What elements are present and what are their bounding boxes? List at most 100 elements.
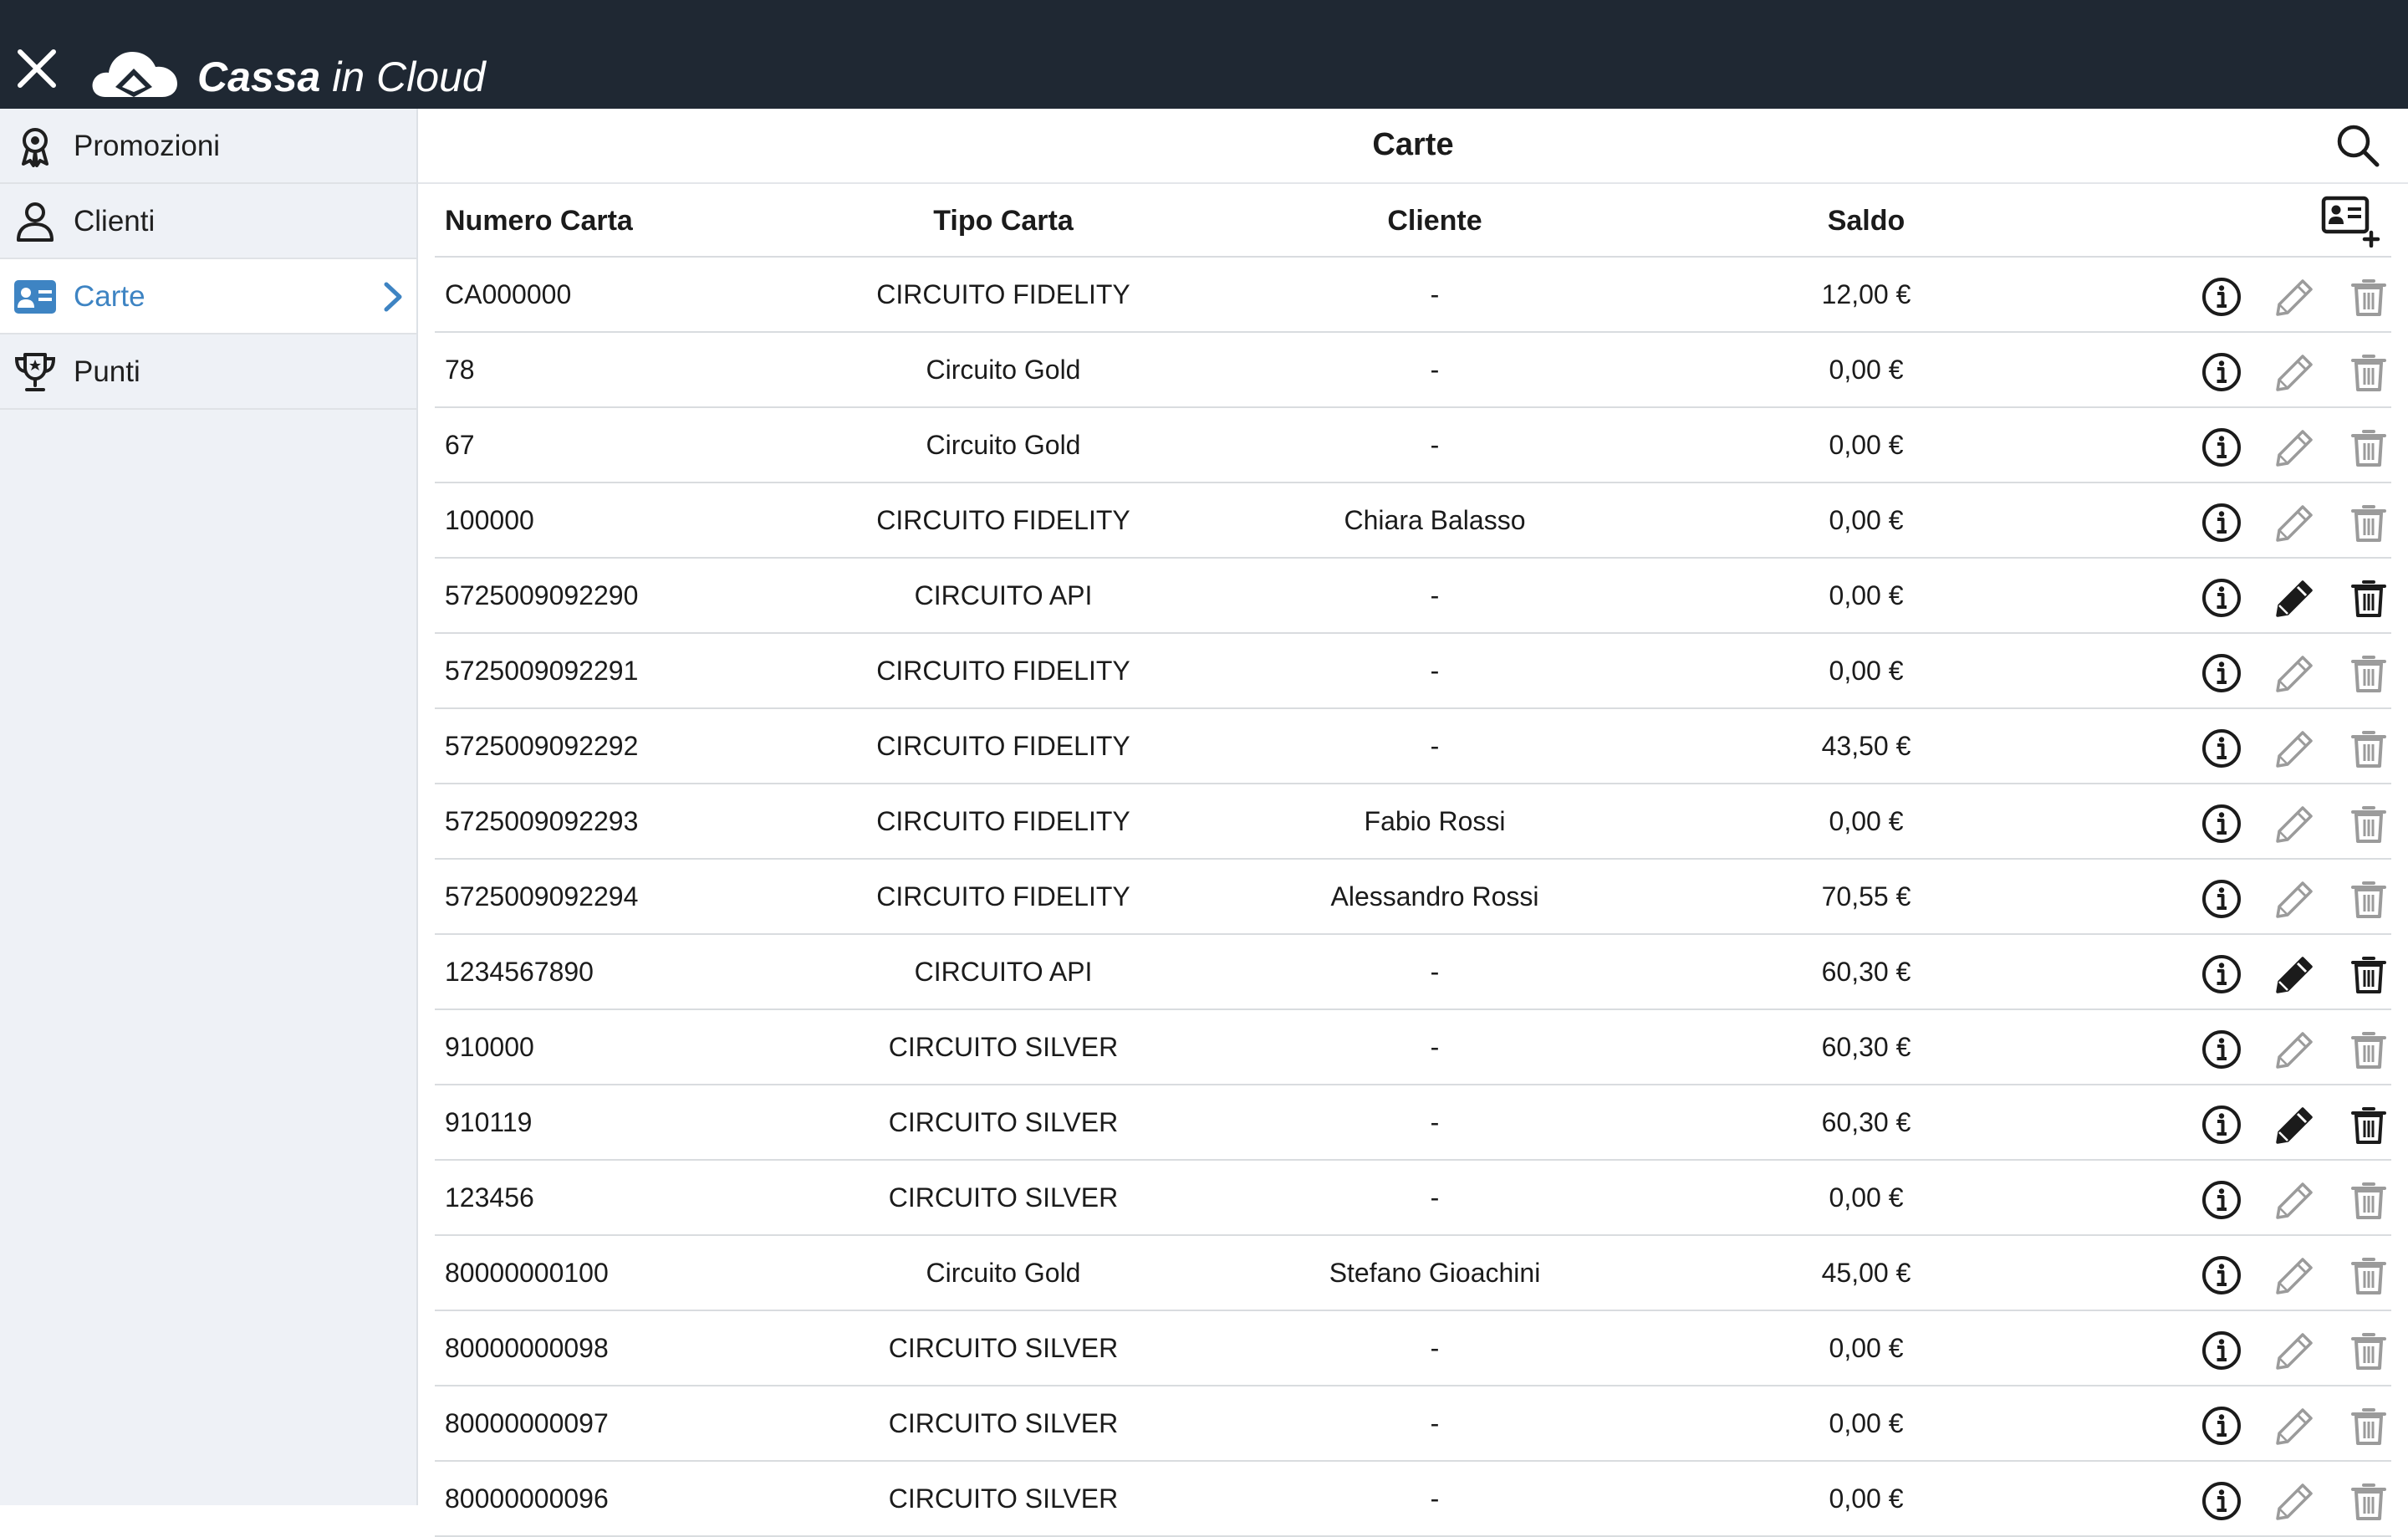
table-row[interactable]: 5725009092292 CIRCUITO FIDELITY - 43,50 € xyxy=(435,709,2391,784)
pencil-icon[interactable] xyxy=(2274,953,2316,995)
trash-icon[interactable] xyxy=(2348,1330,2390,1371)
trash-icon[interactable] xyxy=(2348,878,2390,920)
info-icon[interactable] xyxy=(2201,351,2242,393)
card-type: CIRCUITO SILVER xyxy=(888,1483,1119,1514)
table-row[interactable]: 5725009092293 CIRCUITO FIDELITY Fabio Ross… xyxy=(435,784,2391,860)
trash-icon[interactable] xyxy=(2348,1029,2390,1070)
table-row[interactable]: 78 Circuito Gold - 0,00 € xyxy=(435,333,2391,408)
sidebar-item-label: Promozioni xyxy=(74,130,221,162)
card-number: 80000000098 xyxy=(445,1333,609,1363)
info-icon[interactable] xyxy=(2201,1029,2242,1070)
pencil-icon[interactable] xyxy=(2274,1179,2316,1221)
column-header-tipo-carta[interactable]: Tipo Carta xyxy=(752,184,1254,258)
column-header-cliente[interactable]: Cliente xyxy=(1201,184,1669,258)
info-icon[interactable] xyxy=(2201,953,2242,995)
pencil-icon[interactable] xyxy=(2274,276,2316,318)
table-row[interactable]: 1234567890 CIRCUITO API - 60,30 € xyxy=(435,935,2391,1010)
card-balance: 0,00 € xyxy=(1829,806,1904,836)
table-row[interactable]: 5725009092294 CIRCUITO FIDELITY Alessandro… xyxy=(435,860,2391,935)
pencil-icon[interactable] xyxy=(2274,426,2316,468)
table-row[interactable]: 80000000096 CIRCUITO SILVER - 0,00 € xyxy=(435,1462,2391,1537)
trash-icon[interactable] xyxy=(2348,426,2390,468)
info-icon[interactable] xyxy=(2201,276,2242,318)
info-icon[interactable] xyxy=(2201,652,2242,694)
table-row[interactable]: 5725009092291 CIRCUITO FIDELITY - 0,00 € xyxy=(435,634,2391,709)
column-header-numero-carta[interactable]: Numero Carta xyxy=(445,184,633,258)
card-balance: 0,00 € xyxy=(1829,1408,1904,1438)
pencil-icon[interactable] xyxy=(2274,1254,2316,1296)
user-icon xyxy=(17,202,54,242)
pencil-icon[interactable] xyxy=(2274,1029,2316,1070)
pencil-icon[interactable] xyxy=(2274,577,2316,619)
cards-table: Numero Carta Tipo Carta Cliente Saldo CA… xyxy=(435,184,2391,1537)
trash-icon[interactable] xyxy=(2348,276,2390,318)
card-number: 100000 xyxy=(445,505,534,535)
info-icon[interactable] xyxy=(2201,1330,2242,1371)
sidebar-item-promozioni[interactable]: Promozioni xyxy=(0,109,416,184)
trash-icon[interactable] xyxy=(2348,502,2390,544)
table-row[interactable]: 80000000098 CIRCUITO SILVER - 0,00 € xyxy=(435,1311,2391,1386)
card-customer: - xyxy=(1430,957,1440,987)
trash-icon[interactable] xyxy=(2348,1254,2390,1296)
trash-icon[interactable] xyxy=(2348,728,2390,769)
trash-icon[interactable] xyxy=(2348,1104,2390,1146)
card-type: CIRCUITO SILVER xyxy=(888,1182,1119,1213)
sidebar-item-carte[interactable]: Carte xyxy=(0,259,416,334)
pencil-icon[interactable] xyxy=(2274,1330,2316,1371)
table-row[interactable]: 910000 CIRCUITO SILVER - 60,30 € xyxy=(435,1010,2391,1085)
info-icon[interactable] xyxy=(2201,728,2242,769)
main-header: Carte xyxy=(418,109,2408,184)
pencil-icon[interactable] xyxy=(2274,728,2316,769)
info-icon[interactable] xyxy=(2201,1179,2242,1221)
info-icon[interactable] xyxy=(2201,577,2242,619)
pencil-icon[interactable] xyxy=(2274,652,2316,694)
search-icon[interactable] xyxy=(2334,122,2381,169)
pencil-icon[interactable] xyxy=(2274,351,2316,393)
trash-icon[interactable] xyxy=(2348,652,2390,694)
info-icon[interactable] xyxy=(2201,1254,2242,1296)
table-row[interactable]: 80000000100 Circuito Gold Stefano Gioachin… xyxy=(435,1236,2391,1311)
table-row[interactable]: 910119 CIRCUITO SILVER - 60,30 € xyxy=(435,1085,2391,1161)
info-icon[interactable] xyxy=(2201,878,2242,920)
trash-icon[interactable] xyxy=(2348,1405,2390,1447)
card-type: CIRCUITO FIDELITY xyxy=(876,731,1130,761)
table-row[interactable]: 67 Circuito Gold - 0,00 € xyxy=(435,408,2391,483)
trash-icon[interactable] xyxy=(2348,1480,2390,1522)
sidebar-item-clienti[interactable]: Clienti xyxy=(0,184,416,259)
info-icon[interactable] xyxy=(2201,502,2242,544)
info-icon[interactable] xyxy=(2201,1480,2242,1522)
card-number: 123456 xyxy=(445,1182,534,1213)
info-icon[interactable] xyxy=(2201,426,2242,468)
info-icon[interactable] xyxy=(2201,1104,2242,1146)
sidebar-item-label: Carte xyxy=(74,280,145,313)
table-row[interactable]: 123456 CIRCUITO SILVER - 0,00 € xyxy=(435,1161,2391,1236)
table-row[interactable]: 100000 CIRCUITO FIDELITY Chiara Balasso 0,0… xyxy=(435,483,2391,559)
card-customer: - xyxy=(1430,1483,1440,1514)
info-icon[interactable] xyxy=(2201,1405,2242,1447)
close-icon[interactable] xyxy=(15,47,59,90)
column-header-saldo[interactable]: Saldo xyxy=(1707,184,2025,258)
trash-icon[interactable] xyxy=(2348,803,2390,845)
table-body: CA000000 CIRCUITO FIDELITY - 12,00 € 78 Circu… xyxy=(435,258,2391,1537)
trash-icon[interactable] xyxy=(2348,953,2390,995)
trash-icon[interactable] xyxy=(2348,577,2390,619)
card-type: CIRCUITO FIDELITY xyxy=(876,881,1130,911)
add-card-icon[interactable] xyxy=(2321,196,2381,248)
trash-icon[interactable] xyxy=(2348,1179,2390,1221)
pencil-icon[interactable] xyxy=(2274,502,2316,544)
table-row[interactable]: 5725009092290 CIRCUITO API - 0,00 € xyxy=(435,559,2391,634)
pencil-icon[interactable] xyxy=(2274,878,2316,920)
card-type: Circuito Gold xyxy=(926,355,1081,385)
card-type: CIRCUITO API xyxy=(914,957,1093,987)
card-customer: Stefano Gioachini xyxy=(1329,1258,1541,1288)
sidebar-item-punti[interactable]: Punti xyxy=(0,334,416,410)
info-icon[interactable] xyxy=(2201,803,2242,845)
pencil-icon[interactable] xyxy=(2274,1480,2316,1522)
pencil-icon[interactable] xyxy=(2274,803,2316,845)
pencil-icon[interactable] xyxy=(2274,1104,2316,1146)
table-row[interactable]: CA000000 CIRCUITO FIDELITY - 12,00 € xyxy=(435,258,2391,333)
card-type: Circuito Gold xyxy=(926,430,1081,460)
pencil-icon[interactable] xyxy=(2274,1405,2316,1447)
trash-icon[interactable] xyxy=(2348,351,2390,393)
table-row[interactable]: 80000000097 CIRCUITO SILVER - 0,00 € xyxy=(435,1386,2391,1462)
